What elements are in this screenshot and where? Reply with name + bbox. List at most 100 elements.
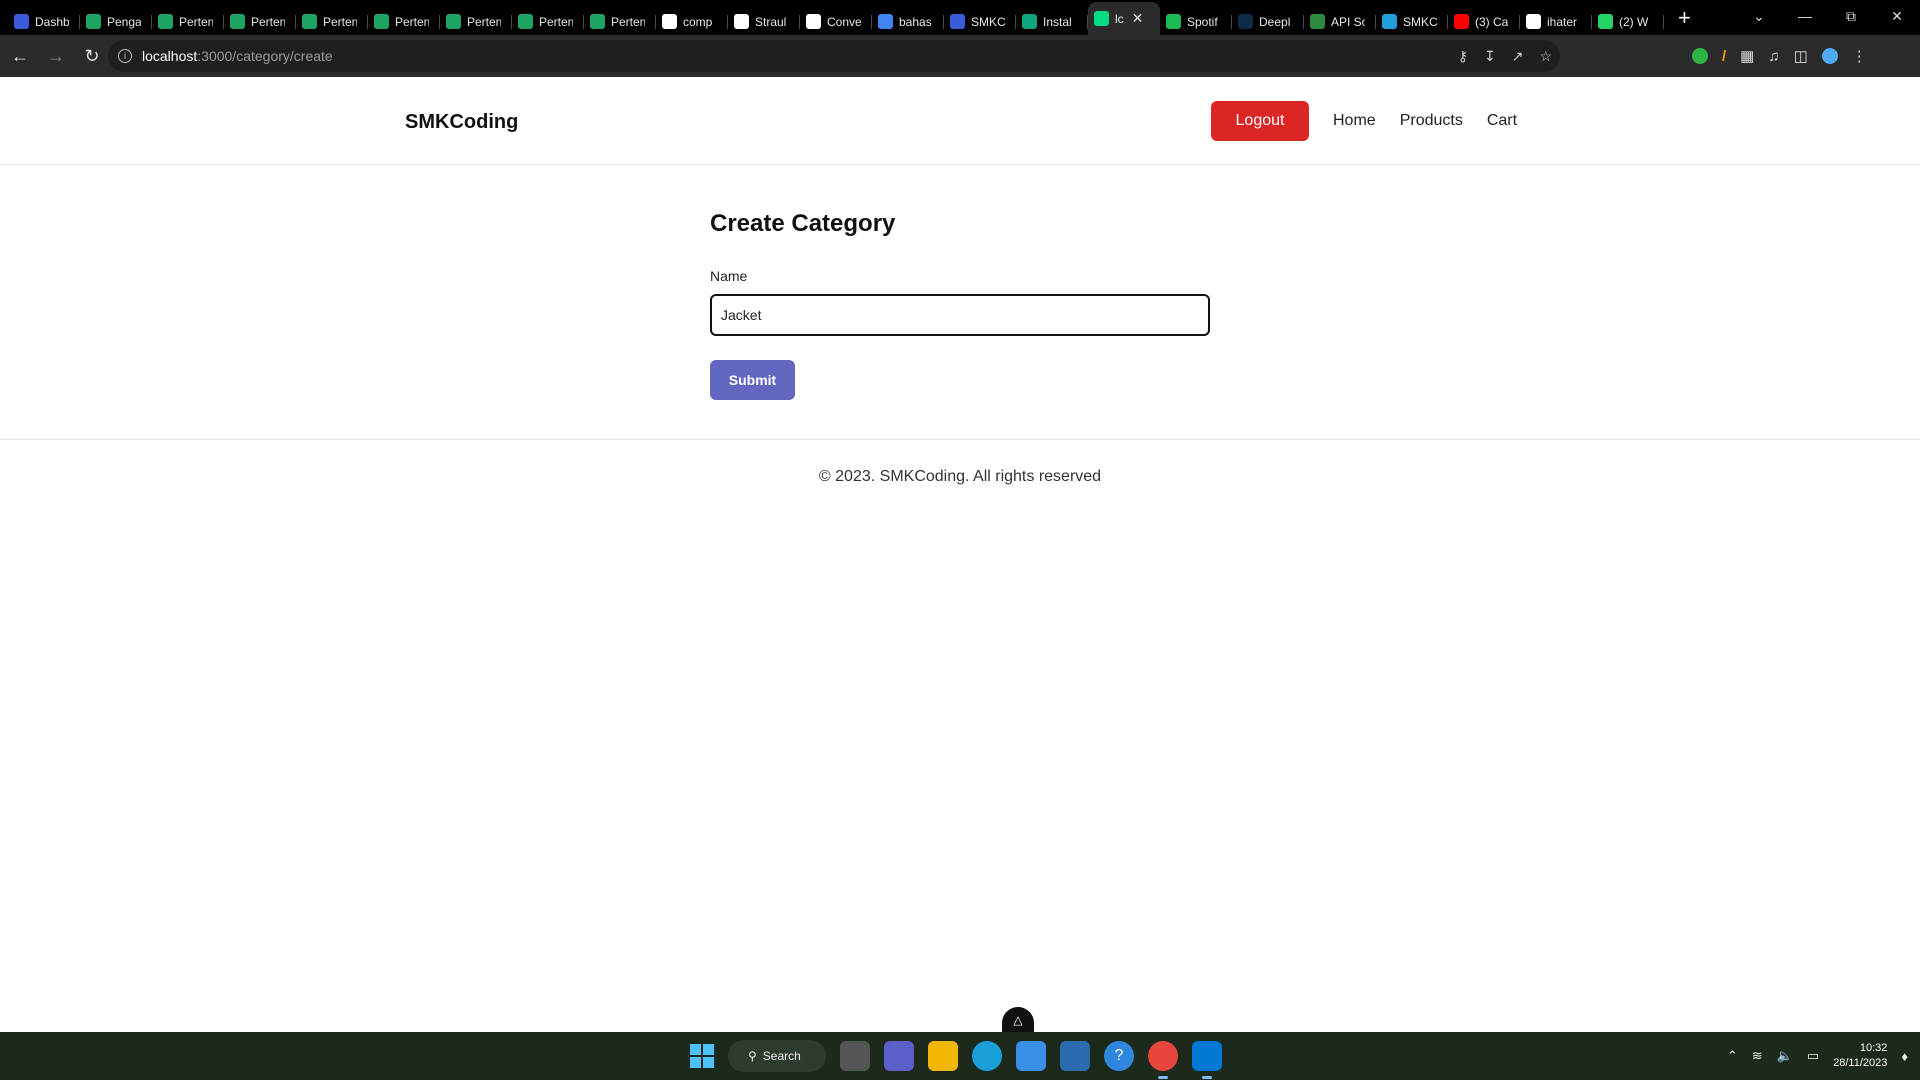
tab-title: SMKC — [971, 14, 1005, 29]
tab-title: Conve — [827, 14, 861, 29]
drive-icon — [230, 14, 245, 29]
github-icon — [1526, 14, 1541, 29]
media-control-icon[interactable]: ♫ — [1768, 48, 1779, 65]
drive-icon — [158, 14, 173, 29]
key-icon[interactable]: ⚷ — [1458, 48, 1468, 65]
help-icon[interactable]: ? — [1104, 1041, 1134, 1071]
tab-title: comp — [683, 14, 713, 29]
install-icon[interactable]: ↧ — [1484, 48, 1496, 65]
browser-tab[interactable]: Conve — [800, 8, 872, 35]
browser-tab[interactable]: Deepl — [1232, 8, 1304, 35]
notification-bell-icon[interactable]: ♦ — [1901, 1049, 1908, 1064]
logout-button[interactable]: Logout — [1211, 101, 1309, 141]
browser-tab[interactable]: Dashb — [8, 8, 80, 35]
name-input[interactable] — [710, 294, 1210, 336]
browser-tab[interactable]: Straul — [728, 8, 800, 35]
browser-tab[interactable]: SMKC — [944, 8, 1016, 35]
browser-tab[interactable]: SMKC — [1376, 8, 1448, 35]
edge-icon[interactable] — [972, 1041, 1002, 1071]
clock[interactable]: 10:32 28/11/2023 — [1833, 1041, 1887, 1071]
tab-title: Perten — [179, 14, 213, 29]
brand-logo[interactable]: SMKCoding — [405, 111, 518, 134]
minimize-button[interactable]: — — [1782, 8, 1828, 24]
kebab-menu-icon[interactable]: ⋮ — [1852, 47, 1867, 65]
teams-icon[interactable] — [884, 1041, 914, 1071]
mysql-workbench-icon[interactable] — [1016, 1041, 1046, 1071]
browser-tab[interactable]: Spotif — [1160, 8, 1232, 35]
windows-start-icon[interactable] — [690, 1044, 714, 1068]
browser-tab[interactable]: Perten — [224, 8, 296, 35]
notion-icon — [662, 14, 677, 29]
nuxt-devtools-button[interactable]: △ — [1002, 1007, 1034, 1033]
browser-tab[interactable]: Perten — [512, 8, 584, 35]
chevron-up-icon[interactable]: ⌃ — [1727, 1048, 1738, 1064]
address-bar[interactable]: i localhost:3000/category/create ⚷ ↧ ↗ ☆ — [108, 40, 1560, 72]
browser-tab[interactable]: bahas — [872, 8, 944, 35]
vscode-icon[interactable] — [1192, 1041, 1222, 1079]
url-path: :3000/category/create — [197, 48, 333, 64]
chrome-icon[interactable] — [1148, 1041, 1178, 1079]
nav-link-home[interactable]: Home — [1333, 112, 1376, 130]
tab-title: Perten — [611, 14, 645, 29]
nuxt-icon — [1094, 11, 1109, 26]
bookmark-star-icon[interactable]: ☆ — [1539, 48, 1552, 65]
tab-title: lc — [1115, 11, 1124, 26]
browser-tab[interactable]: API Sc — [1304, 8, 1376, 35]
file-explorer-icon[interactable] — [928, 1041, 958, 1071]
site-info-icon[interactable]: i — [118, 49, 132, 63]
browser-tab[interactable]: Perten — [368, 8, 440, 35]
taskbar-search[interactable]: ⚲ Search — [728, 1040, 826, 1072]
share-icon[interactable]: ↗ — [1512, 48, 1524, 65]
drive-icon — [302, 14, 317, 29]
browser-tab[interactable]: comp — [656, 8, 728, 35]
browser-tab[interactable]: Perten — [584, 8, 656, 35]
battery-icon[interactable]: ▭ — [1807, 1048, 1819, 1064]
whatsapp-icon — [1598, 14, 1613, 29]
taskbar-search-label: Search — [762, 1049, 801, 1063]
store-icon[interactable] — [1060, 1041, 1090, 1071]
browser-tab[interactable]: lc ✕ — [1088, 2, 1160, 35]
api-icon — [1310, 14, 1325, 29]
back-button[interactable]: ← — [4, 40, 36, 72]
task-view-icon[interactable] — [840, 1041, 870, 1071]
puzzle-icon[interactable]: ▦ — [1740, 47, 1754, 65]
close-tab-icon[interactable]: ✕ — [1132, 10, 1144, 27]
browser-tab[interactable]: Instal — [1016, 8, 1088, 35]
browser-tab[interactable]: Perten — [152, 8, 224, 35]
window-controls: ⌄ — ⧉ ✕ — [1736, 0, 1920, 32]
spotify-icon — [1166, 14, 1181, 29]
tab-title: Instal — [1043, 14, 1072, 29]
page-title: Create Category — [710, 210, 896, 237]
extensions-area: / ▦ ♫ ◫ ⋮ — [1692, 35, 1867, 77]
new-tab-button[interactable]: + — [1678, 5, 1691, 31]
nav-link-cart[interactable]: Cart — [1487, 112, 1517, 130]
telegram-icon — [1382, 14, 1397, 29]
close-window-button[interactable]: ✕ — [1874, 8, 1920, 25]
reload-button[interactable]: ↻ — [76, 40, 108, 72]
browser-tab[interactable]: (3) Ca — [1448, 8, 1520, 35]
extension-plus-icon[interactable] — [1692, 48, 1708, 64]
browser-tab[interactable]: Perten — [440, 8, 512, 35]
browser-tab[interactable]: (2) W — [1592, 8, 1664, 35]
tab-title: Perten — [323, 14, 357, 29]
site-header: SMKCoding Logout Home Products Cart — [0, 77, 1920, 165]
tab-title: Perten — [539, 14, 573, 29]
side-panel-icon[interactable]: ◫ — [1794, 47, 1808, 65]
wifi-icon[interactable]: ≋ — [1752, 1048, 1763, 1064]
github-icon — [734, 14, 749, 29]
volume-icon[interactable]: 🔈 — [1777, 1048, 1793, 1064]
tab-search-icon[interactable]: ⌄ — [1736, 8, 1782, 25]
profile-avatar-icon[interactable] — [1821, 48, 1838, 64]
drive-icon — [86, 14, 101, 29]
nav-link-products[interactable]: Products — [1400, 112, 1463, 130]
restore-button[interactable]: ⧉ — [1828, 8, 1874, 25]
shield-icon — [14, 14, 29, 29]
browser-tab[interactable]: Penga — [80, 8, 152, 35]
forward-button[interactable]: → — [40, 40, 72, 72]
browser-tab[interactable]: Perten — [296, 8, 368, 35]
browser-tab[interactable]: ihater — [1520, 8, 1592, 35]
browser-toolbar: ← → ↻ i localhost:3000/category/create ⚷… — [0, 35, 1920, 77]
submit-button[interactable]: Submit — [710, 360, 795, 400]
tab-title: Penga — [107, 14, 141, 29]
extension-pen-icon[interactable]: / — [1722, 48, 1726, 65]
